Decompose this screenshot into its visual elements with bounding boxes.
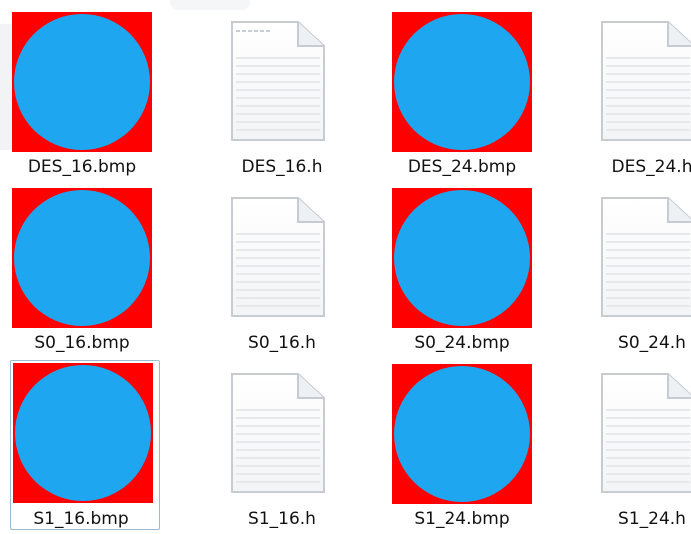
- document-icon: [212, 364, 352, 504]
- battery-icon: [12, 188, 152, 328]
- background-top-fragment: [170, 0, 250, 10]
- file-des24-bmp[interactable]: DES_24.bmp: [392, 12, 542, 182]
- file-name-label: S1_16.bmp: [33, 509, 129, 529]
- file-s016-h[interactable]: S0_16.h: [212, 188, 362, 358]
- file-name-label: S0_24.h: [618, 333, 686, 353]
- file-name-label: S0_16.h: [248, 333, 316, 353]
- document-icon: [212, 12, 352, 152]
- file-name-label: S1_16.h: [248, 509, 316, 529]
- file-s016-bmp[interactable]: S0_16.bmp: [12, 188, 162, 358]
- chart-icon: [392, 12, 532, 152]
- lightbulb-icon: [13, 363, 153, 503]
- gear-icon: [392, 188, 532, 328]
- file-s124-bmp[interactable]: S1_24.bmp: [392, 364, 542, 534]
- file-des16-h[interactable]: DES_16.h: [212, 12, 362, 182]
- file-s024-h[interactable]: S0_24.h: [582, 188, 691, 358]
- document-icon: [582, 188, 691, 328]
- document-icon: [582, 364, 691, 504]
- file-s124-h[interactable]: S1_24.h: [582, 364, 691, 534]
- file-name-label: S1_24.h: [618, 509, 686, 529]
- file-s116-bmp[interactable]: S1_16.bmp: [10, 360, 160, 530]
- file-name-label: S1_24.bmp: [414, 509, 510, 529]
- file-des24-h[interactable]: DES_24.h: [582, 12, 691, 182]
- document-icon: [212, 188, 352, 328]
- file-s024-bmp[interactable]: S0_24.bmp: [392, 188, 542, 358]
- file-name-label: DES_16.bmp: [27, 157, 137, 177]
- file-s116-h[interactable]: S1_16.h: [212, 364, 362, 534]
- document-icon: [582, 12, 691, 152]
- file-name-label: S0_24.bmp: [414, 333, 510, 353]
- file-name-label: DES_16.h: [241, 157, 323, 177]
- file-name-label: DES_24.h: [611, 157, 691, 177]
- file-des16-bmp[interactable]: DES_16.bmp: [12, 12, 162, 182]
- tag-icon: [12, 12, 152, 152]
- smiley-icon: [392, 364, 532, 504]
- file-name-label: DES_24.bmp: [407, 157, 517, 177]
- file-name-label: S0_16.bmp: [34, 333, 130, 353]
